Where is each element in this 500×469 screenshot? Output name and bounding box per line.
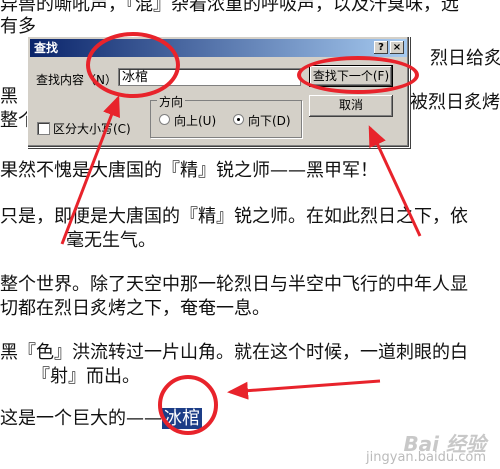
- watermark-url: jingyan.baidu.com: [366, 450, 486, 465]
- arrow-to-input: [60, 95, 120, 245]
- baidu-logo: Bai 经验: [403, 432, 486, 456]
- arrow-to-result: [227, 379, 381, 400]
- arrow-to-find-next: [368, 125, 422, 237]
- watermark: Bai 经验 jingyan.baidu.com: [366, 432, 486, 465]
- annotation-arrows: [60, 95, 422, 400]
